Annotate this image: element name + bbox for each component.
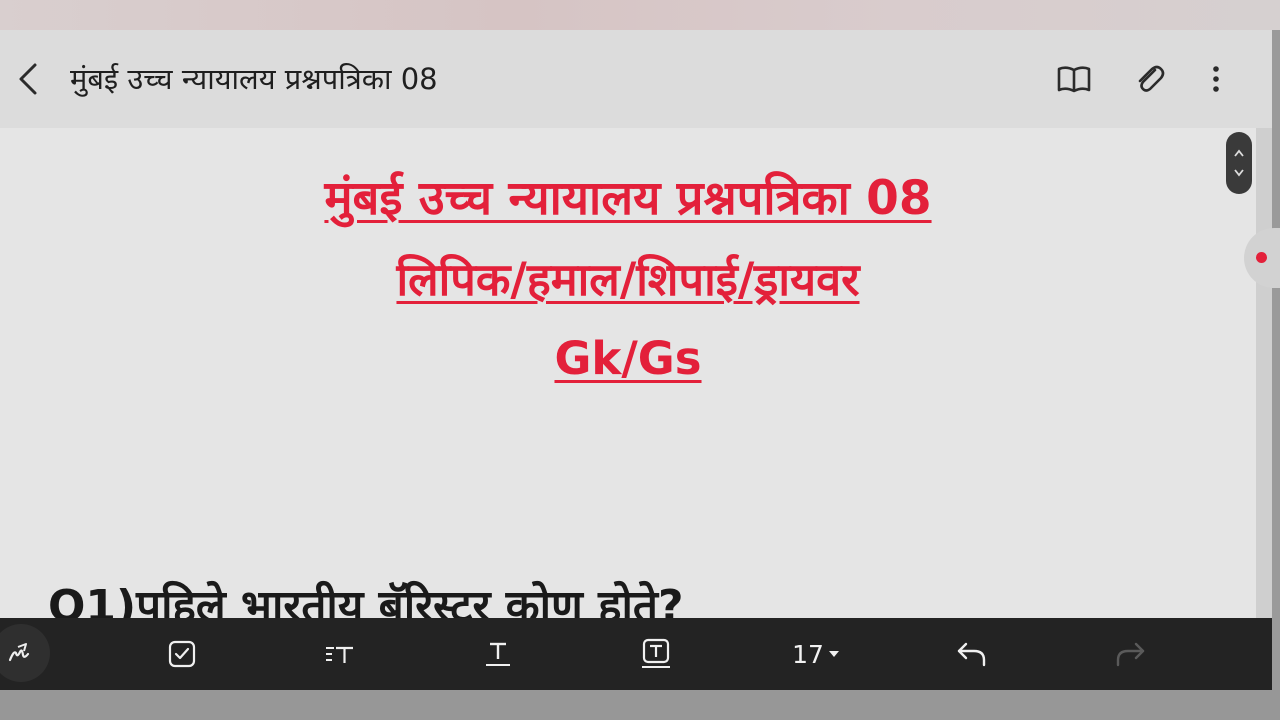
- note-page[interactable]: मुंबई उच्च न्यायालय प्रश्नपत्रिका 08 लिप…: [0, 128, 1256, 618]
- chevron-up-icon: [1234, 149, 1244, 157]
- bottom-edge: [0, 690, 1280, 720]
- back-button[interactable]: [8, 58, 48, 100]
- paperclip-icon: [1138, 65, 1165, 92]
- reading-mode-button[interactable]: [1052, 58, 1096, 100]
- text-style-button[interactable]: [314, 628, 366, 680]
- text-box-icon: [642, 638, 670, 668]
- font-size-dropdown[interactable]: 17: [786, 628, 846, 680]
- text-format-icon: [486, 642, 510, 666]
- recording-dot-icon: [1256, 252, 1267, 263]
- editing-toolbar: 17: [0, 618, 1272, 690]
- caret-down-icon: [828, 651, 839, 657]
- more-vertical-icon: [1213, 66, 1219, 92]
- note-title[interactable]: मुंबई उच्च न्यायालय प्रश्नपत्रिका 08: [70, 58, 438, 100]
- redo-button[interactable]: [1104, 628, 1156, 680]
- status-bar-strip: [0, 0, 1280, 30]
- pen-icon: [8, 643, 30, 662]
- pen-mode-button[interactable]: [0, 624, 50, 682]
- text-style-icon: [326, 646, 353, 663]
- scroll-track: [1256, 128, 1272, 618]
- open-book-icon: [1057, 66, 1091, 93]
- chevron-down-icon: [1234, 169, 1244, 177]
- redo-icon: [1116, 642, 1145, 667]
- text-box-button[interactable]: [630, 628, 682, 680]
- font-size-value: 17: [792, 639, 824, 669]
- app-header: मुंबई उच्च न्यायालय प्रश्नपत्रिका 08: [0, 30, 1272, 128]
- attach-button[interactable]: [1128, 58, 1172, 100]
- scroll-thumb[interactable]: [1226, 132, 1252, 194]
- undo-button[interactable]: [946, 628, 998, 680]
- text-format-button[interactable]: [472, 628, 524, 680]
- note-heading-line-2: लिपिक/हमाल/शिपाई/ड्रायवर: [396, 253, 860, 306]
- checkbox-icon: [168, 640, 196, 668]
- undo-icon: [957, 642, 986, 667]
- note-heading-line-1: मुंबई उच्च न्यायालय प्रश्नपत्रिका 08: [324, 171, 932, 226]
- checkbox-button[interactable]: [156, 628, 208, 680]
- note-heading-line-3: Gk/Gs: [554, 332, 702, 385]
- chevron-left-icon: [19, 63, 37, 95]
- question-text: Q1)पहिले भारतीय बॅरिस्टर कोण होते?: [48, 581, 684, 618]
- more-options-button[interactable]: [1194, 58, 1238, 100]
